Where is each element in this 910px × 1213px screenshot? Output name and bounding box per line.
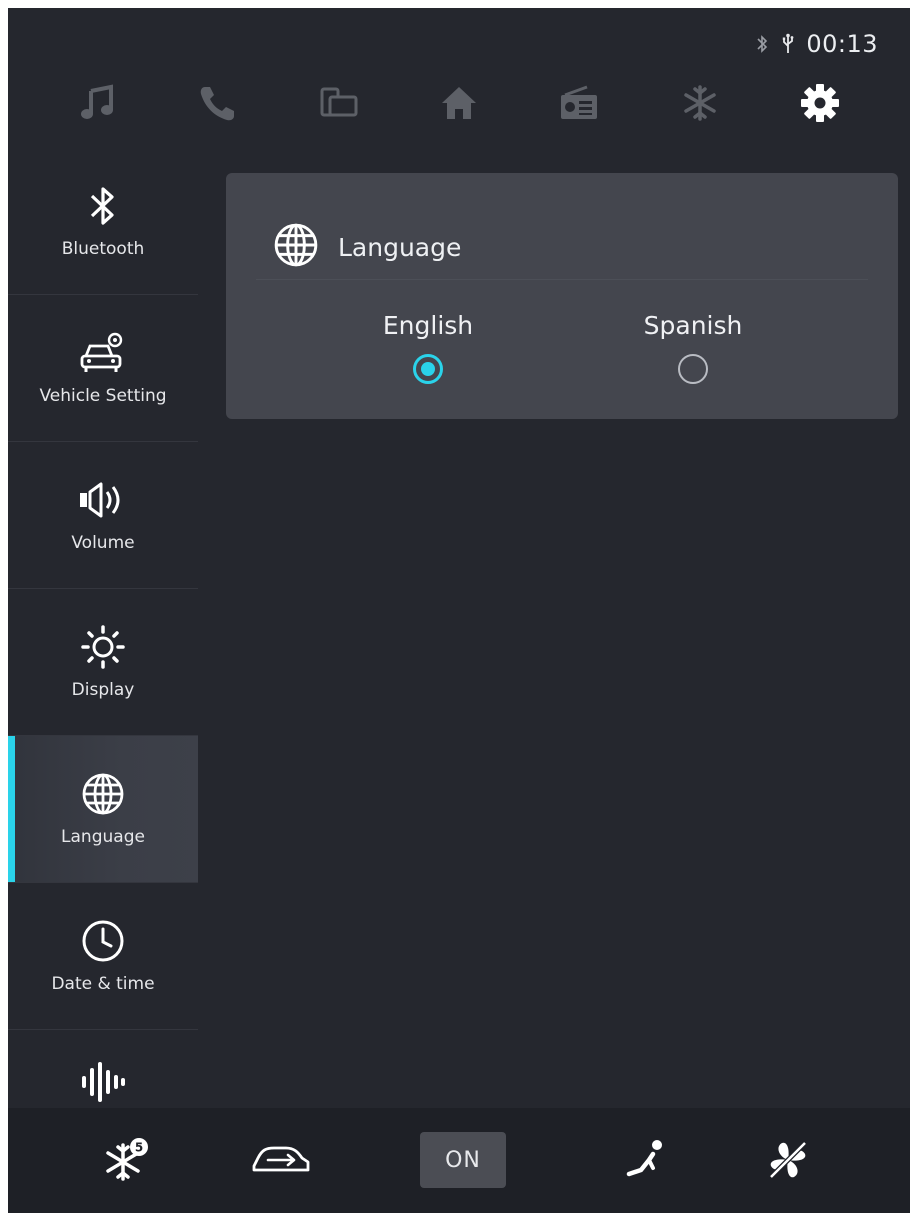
ac-on-button[interactable]: ON (420, 1130, 506, 1190)
nav-phone[interactable] (158, 68, 278, 138)
top-nav (38, 68, 880, 138)
sidebar-item-bluetooth[interactable]: Bluetooth (8, 148, 198, 295)
speaker-icon (75, 477, 131, 523)
fan-off-icon (769, 1141, 807, 1179)
language-option-english[interactable]: English (348, 311, 508, 384)
sidebar-item-vehicle-setting[interactable]: Vehicle Setting (8, 295, 198, 442)
clock-icon (80, 918, 126, 964)
nav-music[interactable] (38, 68, 158, 138)
status-bar: 00:13 (754, 30, 878, 58)
globe-icon (272, 221, 320, 273)
sidebar-item-sound[interactable] (8, 1030, 198, 1110)
seat-heat-icon (626, 1140, 662, 1177)
car-settings-icon (77, 330, 129, 376)
radio-spanish[interactable] (678, 354, 708, 384)
bluetooth-icon (754, 33, 770, 55)
fan-off-button[interactable] (760, 1130, 816, 1190)
option-label: English (382, 311, 474, 340)
music-note-icon (81, 84, 113, 119)
panel-title: Language (338, 232, 462, 262)
sidebar-item-label: Language (61, 827, 145, 847)
defrost-button[interactable]: 5 (98, 1130, 158, 1190)
sidebar-item-label: Display (71, 680, 135, 700)
divider (256, 279, 868, 280)
radio-icon (561, 85, 598, 119)
nav-settings[interactable] (760, 68, 880, 138)
usb-icon (780, 33, 796, 55)
sidebar-item-label: Volume (71, 533, 135, 553)
nav-climate[interactable] (640, 68, 760, 138)
sidebar-item-label: Date & time (51, 974, 155, 994)
defrost-icon: 5 (106, 1138, 148, 1181)
language-panel-header: Language (272, 221, 461, 273)
sound-wave-icon (78, 1060, 128, 1104)
globe-icon (80, 771, 126, 817)
option-label: Spanish (643, 311, 743, 340)
bluetooth-icon (88, 183, 118, 229)
recirculation-button[interactable] (246, 1130, 316, 1190)
nav-mirror[interactable] (279, 68, 399, 138)
seat-button[interactable] (620, 1130, 670, 1190)
brightness-icon (80, 624, 126, 670)
nav-radio[interactable] (519, 68, 639, 138)
language-panel: Language English Spanish (226, 173, 898, 419)
sidebar-item-volume[interactable]: Volume (8, 442, 198, 589)
screen: 00:13 Bluetooth Vehicle Setting Volume D… (8, 8, 910, 1213)
settings-sidebar: Bluetooth Vehicle Setting Volume Display… (8, 148, 198, 1108)
sidebar-item-date-time[interactable]: Date & time (8, 883, 198, 1030)
sidebar-item-label: Bluetooth (61, 239, 145, 259)
nav-home[interactable] (399, 68, 519, 138)
clock: 00:13 (806, 30, 878, 58)
on-button-label: ON (420, 1132, 506, 1188)
screen-mirror-icon (320, 87, 358, 117)
gear-icon (800, 84, 839, 122)
climate-bar: 5 ON (8, 1108, 910, 1213)
defrost-badge: 5 (135, 1141, 143, 1155)
sidebar-item-display[interactable]: Display (8, 589, 198, 736)
phone-icon (201, 87, 235, 121)
radio-english[interactable] (413, 354, 443, 384)
language-option-spanish[interactable]: Spanish (613, 311, 773, 384)
snowflake-icon (683, 85, 716, 121)
home-icon (441, 87, 476, 119)
sidebar-item-language[interactable]: Language (8, 736, 198, 883)
car-recirculation-icon (252, 1146, 310, 1172)
sidebar-item-label: Vehicle Setting (39, 386, 167, 406)
